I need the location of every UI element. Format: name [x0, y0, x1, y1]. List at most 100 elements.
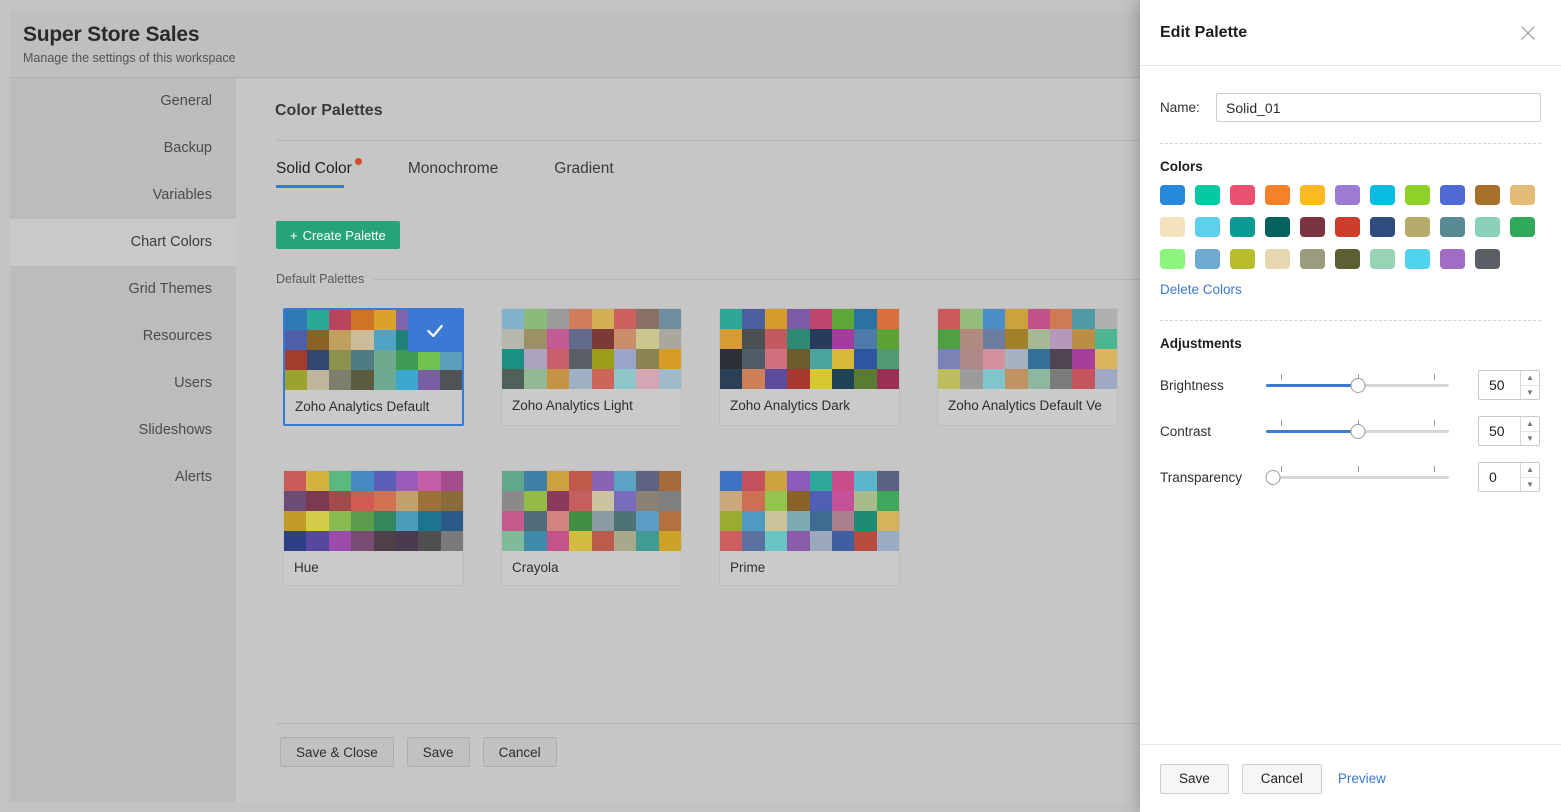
- delete-colors-link[interactable]: Delete Colors: [1160, 282, 1242, 297]
- palette-card[interactable]: Prime: [719, 470, 900, 586]
- palette-swatch: [396, 491, 418, 511]
- palette-card[interactable]: Hue: [283, 470, 464, 586]
- color-swatch[interactable]: [1160, 249, 1185, 269]
- color-swatch[interactable]: [1405, 217, 1430, 237]
- color-swatch[interactable]: [1475, 217, 1500, 237]
- palette-swatch: [396, 531, 418, 551]
- palette-swatch: [351, 370, 373, 390]
- color-swatch[interactable]: [1475, 185, 1500, 205]
- palette-swatch: [938, 369, 960, 389]
- sidebar-item-grid-themes[interactable]: Grid Themes: [10, 266, 236, 313]
- color-swatch[interactable]: [1230, 217, 1255, 237]
- tab-gradient[interactable]: Gradient: [554, 160, 613, 188]
- tab-solid-color[interactable]: Solid Color: [276, 160, 352, 188]
- color-swatch[interactable]: [1300, 217, 1325, 237]
- sidebar-item-chart-colors[interactable]: Chart Colors: [10, 219, 236, 266]
- color-swatch[interactable]: [1160, 185, 1185, 205]
- color-swatch[interactable]: [1265, 185, 1290, 205]
- palette-swatch-preview: [502, 471, 681, 551]
- stepper-up-icon[interactable]: ▲: [1521, 417, 1539, 432]
- palette-swatch: [396, 370, 418, 390]
- color-swatch[interactable]: [1335, 249, 1360, 269]
- close-icon[interactable]: [1517, 22, 1539, 44]
- color-swatch[interactable]: [1440, 185, 1465, 205]
- palette-swatch: [1050, 349, 1072, 369]
- adjustment-value[interactable]: 50: [1479, 417, 1520, 445]
- tab-monochrome[interactable]: Monochrome: [408, 160, 498, 188]
- color-swatch[interactable]: [1300, 249, 1325, 269]
- palette-swatch: [720, 329, 742, 349]
- palette-card[interactable]: Zoho Analytics Light: [501, 308, 682, 426]
- sidebar-item-general[interactable]: General: [10, 78, 236, 125]
- panel-save-button[interactable]: Save: [1160, 764, 1229, 794]
- sidebar-item-alerts[interactable]: Alerts: [10, 454, 236, 501]
- slider-thumb[interactable]: [1350, 424, 1365, 439]
- palette-swatch: [877, 369, 899, 389]
- slider-thumb[interactable]: [1266, 470, 1281, 485]
- palette-swatch: [418, 370, 440, 390]
- palette-card[interactable]: Zoho Analytics Default Ve: [937, 308, 1118, 426]
- color-swatch[interactable]: [1440, 249, 1465, 269]
- adjustment-value[interactable]: 0: [1479, 463, 1520, 491]
- color-swatch[interactable]: [1195, 217, 1220, 237]
- save-close-button[interactable]: Save & Close: [280, 737, 394, 767]
- cancel-button[interactable]: Cancel: [483, 737, 557, 767]
- color-swatch[interactable]: [1160, 217, 1185, 237]
- color-swatch[interactable]: [1195, 185, 1220, 205]
- color-swatch[interactable]: [1265, 217, 1290, 237]
- adjustment-stepper[interactable]: 50▲▼: [1478, 370, 1540, 400]
- panel-preview-link[interactable]: Preview: [1338, 771, 1386, 786]
- color-swatch[interactable]: [1405, 249, 1430, 269]
- sidebar-item-users[interactable]: Users: [10, 360, 236, 407]
- adjustment-stepper[interactable]: 0▲▼: [1478, 462, 1540, 492]
- color-swatch[interactable]: [1230, 185, 1255, 205]
- color-swatch[interactable]: [1510, 185, 1535, 205]
- adjustment-value[interactable]: 50: [1479, 371, 1520, 399]
- create-palette-button[interactable]: + Create Palette: [276, 221, 400, 249]
- palette-swatch: [810, 491, 832, 511]
- color-swatch[interactable]: [1370, 185, 1395, 205]
- color-swatch[interactable]: [1195, 249, 1220, 269]
- stepper-down-icon[interactable]: ▼: [1521, 432, 1539, 446]
- adjustment-slider[interactable]: [1266, 374, 1449, 396]
- palette-swatch: [787, 329, 809, 349]
- adjustment-slider[interactable]: [1266, 420, 1449, 442]
- palette-name-row: Name:: [1160, 93, 1541, 122]
- sidebar-item-resources[interactable]: Resources: [10, 313, 236, 360]
- slider-tick: [1358, 466, 1359, 472]
- palette-card[interactable]: Crayola: [501, 470, 682, 586]
- color-swatch[interactable]: [1405, 185, 1430, 205]
- color-swatch[interactable]: [1265, 249, 1290, 269]
- stepper-down-icon[interactable]: ▼: [1521, 386, 1539, 400]
- color-swatch[interactable]: [1300, 185, 1325, 205]
- palette-swatch: [374, 350, 396, 370]
- stepper-up-icon[interactable]: ▲: [1521, 371, 1539, 386]
- color-swatch[interactable]: [1335, 185, 1360, 205]
- palette-swatch: [720, 309, 742, 329]
- color-swatch[interactable]: [1510, 217, 1535, 237]
- save-button[interactable]: Save: [407, 737, 470, 767]
- panel-cancel-button[interactable]: Cancel: [1242, 764, 1322, 794]
- color-swatch[interactable]: [1440, 217, 1465, 237]
- sidebar-item-backup[interactable]: Backup: [10, 125, 236, 172]
- slider-thumb[interactable]: [1350, 378, 1365, 393]
- color-swatch[interactable]: [1335, 217, 1360, 237]
- stepper-down-icon[interactable]: ▼: [1521, 478, 1539, 492]
- stepper-up-icon[interactable]: ▲: [1521, 463, 1539, 478]
- palette-name-input[interactable]: [1216, 93, 1541, 122]
- palette-swatch: [441, 531, 463, 551]
- color-swatch[interactable]: [1370, 217, 1395, 237]
- palette-swatch: [374, 370, 396, 390]
- palette-swatch: [351, 511, 373, 531]
- sidebar-item-slideshows[interactable]: Slideshows: [10, 407, 236, 454]
- color-swatch[interactable]: [1475, 249, 1500, 269]
- palette-card[interactable]: Zoho Analytics Dark: [719, 308, 900, 426]
- adjustment-slider[interactable]: [1266, 466, 1449, 488]
- palette-swatch: [547, 369, 569, 389]
- adjustment-stepper[interactable]: 50▲▼: [1478, 416, 1540, 446]
- color-swatch[interactable]: [1230, 249, 1255, 269]
- palette-card[interactable]: Zoho Analytics Default: [283, 308, 464, 426]
- color-swatch[interactable]: [1370, 249, 1395, 269]
- sidebar-item-variables[interactable]: Variables: [10, 172, 236, 219]
- tab-label: Gradient: [554, 160, 613, 177]
